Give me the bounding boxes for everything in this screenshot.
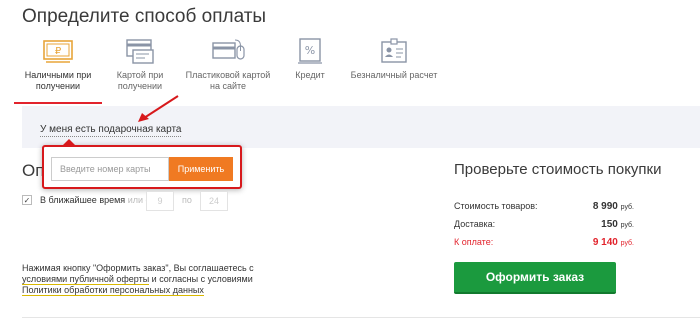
payment-method-card-online[interactable]: Пластиковой картой на сайте: [184, 36, 272, 92]
payment-method-label: Кредит: [295, 70, 325, 80]
time-to-field[interactable]: 24: [200, 191, 228, 211]
id-badge-icon: [381, 38, 407, 63]
summary-title: Проверьте стоимость покупки: [454, 161, 662, 178]
svg-text:%: %: [305, 44, 315, 57]
place-order-button[interactable]: Оформить заказ: [454, 262, 616, 294]
total-cost-row: К оплате: 9 140 руб.: [454, 237, 634, 248]
gift-card-number-input[interactable]: [51, 157, 169, 181]
payment-method-label: Пластиковой картой на сайте: [185, 70, 271, 91]
cash-ruble-icon: ₽: [43, 40, 73, 63]
delivery-time-heading: Оп: [22, 161, 42, 180]
privacy-policy-link[interactable]: Политики обработки персональных данных: [22, 285, 204, 296]
time-from-field[interactable]: 9: [146, 191, 174, 211]
apply-gift-card-button[interactable]: Применить: [169, 157, 233, 181]
page-title: Определите способ оплаты: [22, 6, 267, 27]
goods-cost-row: Стоимость товаров: 8 990 руб.: [454, 201, 634, 212]
payment-method-cashless[interactable]: Безналичный расчет: [350, 36, 438, 81]
payment-method-label: Безналичный расчет: [350, 70, 438, 80]
payment-methods: ₽ Наличными при получении Картой при пол…: [14, 36, 454, 106]
bottom-divider: [22, 317, 700, 318]
payment-method-card-on-delivery[interactable]: Картой при получении: [96, 36, 184, 92]
payment-method-credit[interactable]: % Кредит: [266, 36, 354, 81]
gift-card-popup: Применить: [42, 139, 242, 189]
svg-text:₽: ₽: [55, 46, 62, 57]
payment-method-label: Наличными при получении: [24, 70, 92, 91]
gift-card-link[interactable]: У меня есть подарочная карта: [40, 124, 182, 137]
delivery-time-row: ✓ В ближайшее время или с 9 по 24: [22, 191, 252, 213]
price-summary: Проверьте стоимость покупки Стоимость то…: [454, 161, 700, 294]
nearest-time-label: В ближайшее время или с: [40, 195, 150, 205]
payment-method-label: Картой при получении: [116, 70, 164, 91]
percent-document-icon: %: [298, 38, 322, 64]
red-arrow-annotation: [138, 95, 179, 122]
card-mouse-icon: [212, 39, 245, 60]
public-offer-link[interactable]: условиями публичной оферты: [22, 274, 150, 285]
time-to-label: по: [182, 195, 192, 205]
card-terminal-icon: [126, 39, 154, 64]
payment-method-cash[interactable]: ₽ Наличными при получении: [14, 36, 102, 104]
gift-card-band: У меня есть подарочная карта: [22, 106, 700, 148]
delivery-cost-row: Доставка: 150 руб.: [454, 219, 634, 230]
agreement-text: Нажимая кнопку "Оформить заказ", Вы согл…: [22, 263, 254, 296]
nearest-time-checkbox[interactable]: ✓: [22, 195, 32, 205]
